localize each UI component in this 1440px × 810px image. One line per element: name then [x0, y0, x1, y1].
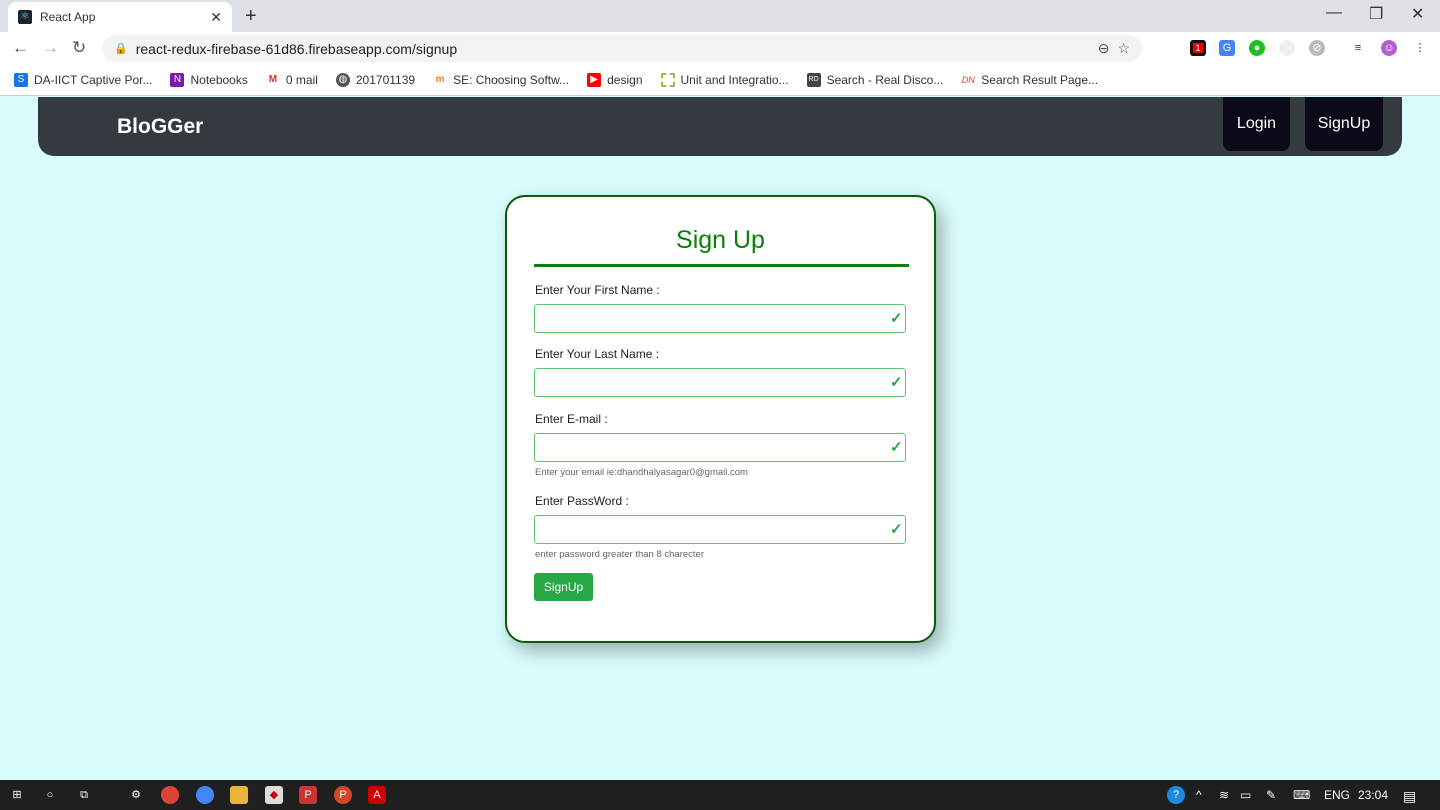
onenote-icon: N [170, 72, 185, 87]
restore-icon[interactable]: ❐ [1369, 4, 1383, 24]
password-help-text: enter password greater than 8 charecter [535, 549, 704, 560]
react-icon: ⚛ [18, 10, 32, 24]
reload-icon[interactable]: ↻ [72, 38, 86, 58]
email-label: Enter E-mail : [535, 412, 608, 426]
minimize-icon[interactable]: — [1326, 4, 1342, 22]
first-name-input[interactable] [534, 304, 906, 333]
battery-icon[interactable]: ▭ [1240, 788, 1251, 802]
password-label: Enter PassWord : [535, 494, 629, 508]
close-window-icon[interactable]: ✕ [1411, 4, 1424, 24]
bookmark[interactable]: DN Search Result Page... [961, 73, 1098, 87]
dn-icon: DN [961, 74, 975, 85]
file-explorer-icon[interactable] [230, 786, 248, 804]
media-icon[interactable]: ≡ [1350, 40, 1366, 56]
check-icon: ✓ [890, 310, 903, 327]
last-name-input[interactable] [534, 368, 906, 397]
language-indicator[interactable]: ENG [1324, 788, 1350, 802]
dashed-square-icon [660, 72, 675, 87]
bookmark[interactable]: M0 mail [266, 73, 318, 87]
menu-icon[interactable]: ⋮ [1412, 40, 1428, 56]
windows-start-icon[interactable]: ⊞ [8, 786, 26, 804]
bookmark[interactable]: ▶ design [587, 72, 643, 87]
globe-icon: ◍ [335, 72, 350, 87]
avatar[interactable]: ☺ [1381, 40, 1397, 56]
pen-icon[interactable]: ✎ [1266, 788, 1276, 802]
thumb-icon[interactable]: ● [1249, 40, 1265, 56]
rd-icon: RD [806, 72, 821, 87]
pdf-icon[interactable]: A [368, 786, 386, 804]
translate-icon[interactable]: G [1219, 40, 1235, 56]
password-input[interactable] [534, 515, 906, 544]
url-text: react-redux-firebase-61d86.firebaseapp.c… [135, 40, 458, 57]
address-bar[interactable]: 🔒 react-redux-firebase-61d86.firebaseapp… [102, 35, 1142, 62]
extension-icon[interactable]: 1 [1190, 40, 1206, 56]
chevron-up-icon[interactable]: ^ [1196, 788, 1202, 802]
moodle-icon: m [435, 73, 445, 85]
check-icon: ✓ [890, 439, 903, 456]
help-icon[interactable]: ? [1167, 786, 1185, 804]
star-icon[interactable]: ☆ [1117, 40, 1130, 57]
check-icon: ✓ [890, 521, 903, 538]
first-name-label: Enter Your First Name : [535, 283, 660, 297]
email-input[interactable] [534, 433, 906, 462]
bookmarks-bar: S DA-IICT Captive Por... N Notebooks M0 ma… [0, 64, 1440, 96]
bookmark[interactable]: Unit and Integratio... [660, 72, 789, 87]
signup-nav-button[interactable]: SignUp [1305, 97, 1383, 151]
title-divider [534, 264, 909, 267]
bookmark[interactable]: RD Search - Real Disco... [806, 72, 943, 87]
browser-tab[interactable]: ⚛ React App ✕ [8, 2, 232, 32]
new-tab-button[interactable]: + [245, 5, 257, 28]
brand-logo[interactable]: BloGGer [117, 115, 203, 139]
last-name-label: Enter Your Last Name : [535, 347, 660, 361]
wifi-icon[interactable]: ≋ [1219, 788, 1229, 802]
app-navbar [38, 97, 1402, 156]
zoom-icon[interactable]: ⊖ [1098, 40, 1110, 57]
bookmark[interactable]: N Notebooks [170, 72, 248, 87]
task-view-icon[interactable]: ⧉ [75, 786, 93, 804]
powerpoint-icon[interactable]: P [299, 786, 317, 804]
check-icon: ✓ [890, 374, 903, 391]
chrome-icon[interactable] [161, 786, 179, 804]
close-tab-icon[interactable]: ✕ [210, 9, 222, 26]
lock-icon: 🔒 [114, 43, 128, 55]
back-icon[interactable]: ← [12, 38, 29, 58]
bookmark[interactable]: m SE: Choosing Softw... [433, 73, 570, 87]
keyboard-icon[interactable]: ⌨ [1293, 788, 1310, 802]
settings-icon[interactable]: ⚙ [127, 786, 145, 804]
react-devtools-icon[interactable] [1279, 40, 1295, 56]
app-icon[interactable]: ◆ [265, 786, 283, 804]
s-icon: S [14, 72, 28, 87]
form-title: Sign Up [676, 226, 765, 254]
bookmark[interactable]: ◍ 201701139 [335, 72, 415, 87]
extension-icon[interactable]: ⊘ [1309, 40, 1325, 56]
notifications-icon[interactable]: ▤ [1403, 788, 1416, 805]
gmail-icon: M [268, 73, 278, 85]
chrome-icon[interactable] [196, 786, 214, 804]
email-help-text: Enter your email ie:dhandhalyasagar0@gma… [535, 467, 748, 478]
forward-icon[interactable]: → [42, 38, 59, 58]
tab-title: React App [40, 10, 96, 24]
youtube-icon: ▶ [587, 72, 602, 87]
bookmark[interactable]: S DA-IICT Captive Por... [14, 72, 152, 87]
powerpoint-icon[interactable]: P [334, 786, 352, 804]
signup-submit-button[interactable]: SignUp [534, 573, 593, 601]
search-icon[interactable]: ○ [41, 786, 59, 804]
login-button[interactable]: Login [1223, 97, 1290, 151]
clock[interactable]: 23:04 [1358, 788, 1388, 802]
